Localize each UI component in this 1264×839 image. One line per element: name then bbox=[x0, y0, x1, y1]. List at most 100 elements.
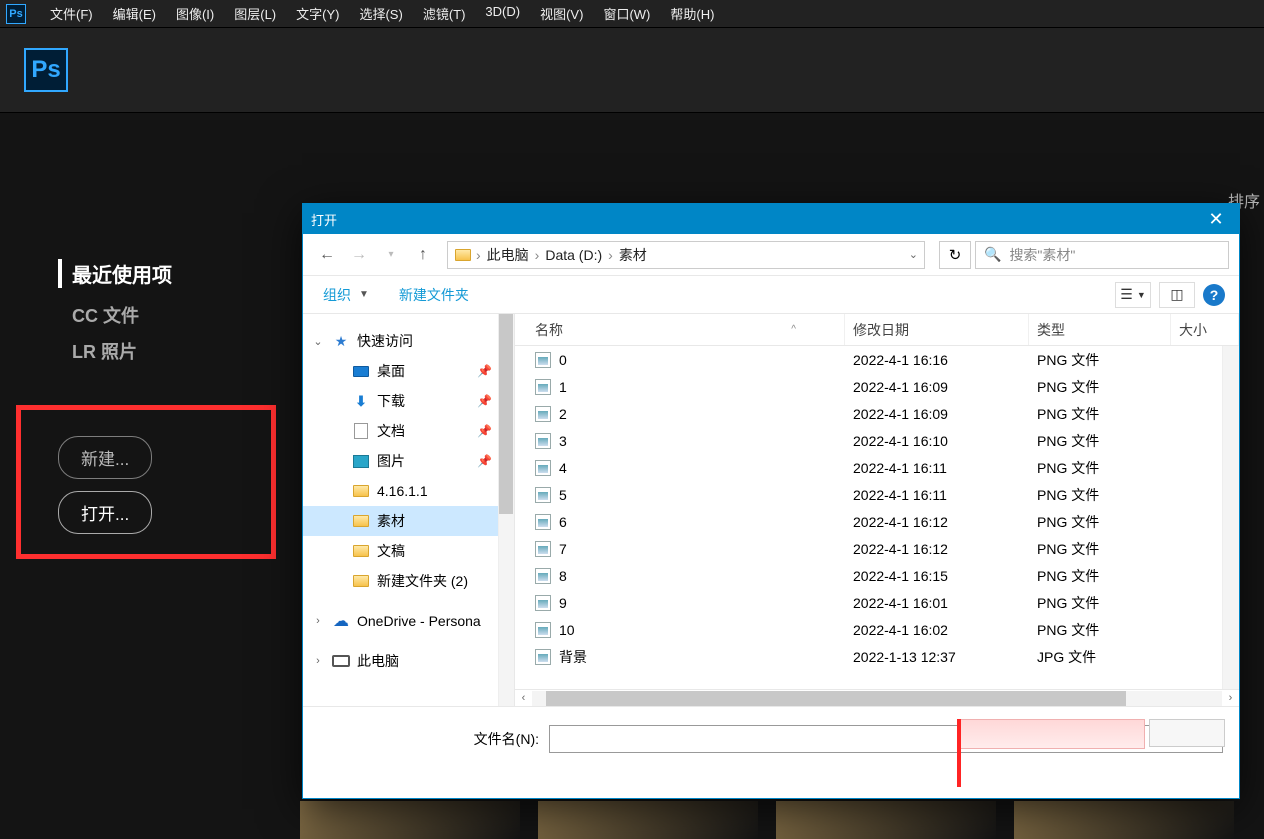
menu-item[interactable]: 文字(Y) bbox=[286, 0, 349, 27]
chevron-down-icon[interactable]: ⌄ bbox=[909, 248, 918, 261]
thumbnail[interactable] bbox=[1014, 801, 1234, 839]
highlight-overlay bbox=[957, 719, 1145, 749]
tree-this-pc[interactable]: › 此电脑 bbox=[303, 646, 514, 676]
sort-asc-icon: ^ bbox=[791, 324, 796, 335]
file-row[interactable]: 02022-4-1 16:16PNG 文件 bbox=[515, 346, 1239, 373]
preview-pane-icon[interactable]: ◫ bbox=[1159, 282, 1195, 308]
pin-icon: 📌 bbox=[477, 364, 492, 378]
new-folder-button[interactable]: 新建文件夹 bbox=[393, 281, 475, 309]
breadcrumb[interactable]: 素材 bbox=[615, 245, 651, 265]
tree-folder-selected[interactable]: 素材 bbox=[303, 506, 514, 536]
filename-label: 文件名(N): bbox=[319, 725, 549, 749]
file-icon bbox=[535, 568, 551, 584]
file-icon bbox=[535, 379, 551, 395]
scrollbar[interactable] bbox=[1222, 346, 1239, 689]
thumbnail[interactable] bbox=[538, 801, 758, 839]
app-icon: Ps bbox=[6, 4, 26, 24]
file-row[interactable]: 52022-4-1 16:11PNG 文件 bbox=[515, 481, 1239, 508]
up-icon[interactable]: ↑ bbox=[409, 241, 437, 269]
highlight-bar bbox=[957, 719, 961, 787]
menu-item[interactable]: 图像(I) bbox=[166, 0, 224, 27]
folder-icon bbox=[454, 246, 472, 264]
tree-desktop[interactable]: 桌面 📌 bbox=[303, 356, 514, 386]
tree-folder[interactable]: 文稿 bbox=[303, 536, 514, 566]
ps-logo-icon: Ps bbox=[24, 48, 68, 92]
help-icon[interactable]: ? bbox=[1203, 284, 1225, 306]
menu-item[interactable]: 文件(F) bbox=[40, 0, 103, 27]
search-input[interactable]: 🔍 搜索"素材" bbox=[975, 241, 1229, 269]
menu-item[interactable]: 视图(V) bbox=[530, 0, 593, 27]
file-row[interactable]: 32022-4-1 16:10PNG 文件 bbox=[515, 427, 1239, 454]
menu-item[interactable]: 窗口(W) bbox=[593, 0, 660, 27]
file-row[interactable]: 22022-4-1 16:09PNG 文件 bbox=[515, 400, 1239, 427]
menu-item[interactable]: 图层(L) bbox=[224, 0, 286, 27]
tree-folder[interactable]: 新建文件夹 (2) bbox=[303, 566, 514, 596]
dialog-navbar: ← → ▾ ↑ › 此电脑 › Data (D:) › 素材 ⌄ ↻ 🔍 搜索"… bbox=[303, 234, 1239, 276]
column-name[interactable]: 名称 ^ bbox=[515, 314, 845, 345]
file-row[interactable]: 92022-4-1 16:01PNG 文件 bbox=[515, 589, 1239, 616]
pin-icon: 📌 bbox=[477, 424, 492, 438]
file-icon bbox=[535, 622, 551, 638]
file-icon bbox=[535, 514, 551, 530]
tree-folder[interactable]: 4.16.1.1 bbox=[303, 476, 514, 506]
recent-locations-icon[interactable]: ▾ bbox=[377, 241, 405, 269]
tree-quick-access[interactable]: ⌄ ★ 快速访问 bbox=[303, 326, 514, 356]
pin-icon: 📌 bbox=[477, 394, 492, 408]
file-type-filter[interactable] bbox=[1149, 719, 1225, 747]
menu-item[interactable]: 选择(S) bbox=[349, 0, 412, 27]
dialog-title: 打开 bbox=[311, 210, 337, 229]
file-row[interactable]: 62022-4-1 16:12PNG 文件 bbox=[515, 508, 1239, 535]
nav-recent[interactable]: 最近使用项 bbox=[58, 259, 258, 288]
organize-menu[interactable]: 组织▼ bbox=[317, 281, 375, 309]
scrollbar[interactable] bbox=[498, 314, 514, 706]
breadcrumb[interactable]: 此电脑 bbox=[483, 245, 533, 265]
options-bar: Ps bbox=[0, 28, 1264, 113]
tree-downloads[interactable]: ⬇ 下载 📌 bbox=[303, 386, 514, 416]
tree-onedrive[interactable]: › ☁ OneDrive - Persona bbox=[303, 606, 514, 636]
dialog-titlebar: 打开 ✕ bbox=[303, 204, 1239, 234]
file-list: 名称 ^ 修改日期 类型 大小 02022-4-1 16:16PNG 文件120… bbox=[515, 314, 1239, 706]
scrollbar[interactable]: ‹ › bbox=[515, 689, 1239, 706]
thumbnail[interactable] bbox=[300, 801, 520, 839]
search-placeholder: 搜索"素材" bbox=[1009, 245, 1075, 265]
dialog-toolbar: 组织▼ 新建文件夹 ☰ ▼ ◫ ? bbox=[303, 276, 1239, 314]
column-type[interactable]: 类型 bbox=[1029, 314, 1171, 345]
file-list-header[interactable]: 名称 ^ 修改日期 类型 大小 bbox=[515, 314, 1239, 346]
file-icon bbox=[535, 649, 551, 665]
view-mode-icon[interactable]: ☰ ▼ bbox=[1115, 282, 1151, 308]
refresh-icon[interactable]: ↻ bbox=[939, 241, 971, 269]
search-icon: 🔍 bbox=[984, 246, 1001, 263]
file-icon bbox=[535, 460, 551, 476]
file-row[interactable]: 102022-4-1 16:02PNG 文件 bbox=[515, 616, 1239, 643]
file-row[interactable]: 72022-4-1 16:12PNG 文件 bbox=[515, 535, 1239, 562]
file-row[interactable]: 背景2022-1-13 12:37JPG 文件 bbox=[515, 643, 1239, 670]
column-size[interactable]: 大小 bbox=[1171, 314, 1239, 345]
highlight-box bbox=[16, 405, 276, 559]
menu-item[interactable]: 3D(D) bbox=[475, 0, 530, 27]
nav-cc-files[interactable]: CC 文件 bbox=[58, 302, 258, 328]
forward-icon[interactable]: → bbox=[345, 241, 373, 269]
tree-documents[interactable]: 文档 📌 bbox=[303, 416, 514, 446]
open-file-dialog: 打开 ✕ ← → ▾ ↑ › 此电脑 › Data (D:) › 素材 ⌄ ↻ … bbox=[302, 203, 1240, 799]
file-icon bbox=[535, 487, 551, 503]
address-bar[interactable]: › 此电脑 › Data (D:) › 素材 ⌄ bbox=[447, 241, 925, 269]
nav-lr-photos[interactable]: LR 照片 bbox=[58, 338, 258, 364]
breadcrumb[interactable]: Data (D:) bbox=[541, 247, 606, 263]
thumbnail[interactable] bbox=[776, 801, 996, 839]
file-icon bbox=[535, 406, 551, 422]
file-icon bbox=[535, 541, 551, 557]
folder-tree: ⌄ ★ 快速访问 桌面 📌 ⬇ 下载 📌 文档 📌 bbox=[303, 314, 515, 706]
menu-item[interactable]: 编辑(E) bbox=[103, 0, 166, 27]
file-icon bbox=[535, 352, 551, 368]
file-row[interactable]: 82022-4-1 16:15PNG 文件 bbox=[515, 562, 1239, 589]
file-row[interactable]: 12022-4-1 16:09PNG 文件 bbox=[515, 373, 1239, 400]
close-icon[interactable]: ✕ bbox=[1193, 204, 1239, 234]
tree-pictures[interactable]: 图片 📌 bbox=[303, 446, 514, 476]
menu-item[interactable]: 滤镜(T) bbox=[413, 0, 476, 27]
column-date[interactable]: 修改日期 bbox=[845, 314, 1029, 345]
file-row[interactable]: 42022-4-1 16:11PNG 文件 bbox=[515, 454, 1239, 481]
back-icon[interactable]: ← bbox=[313, 241, 341, 269]
menu-item[interactable]: 帮助(H) bbox=[660, 0, 724, 27]
menubar: Ps 文件(F)编辑(E)图像(I)图层(L)文字(Y)选择(S)滤镜(T)3D… bbox=[0, 0, 1264, 28]
pin-icon: 📌 bbox=[477, 454, 492, 468]
